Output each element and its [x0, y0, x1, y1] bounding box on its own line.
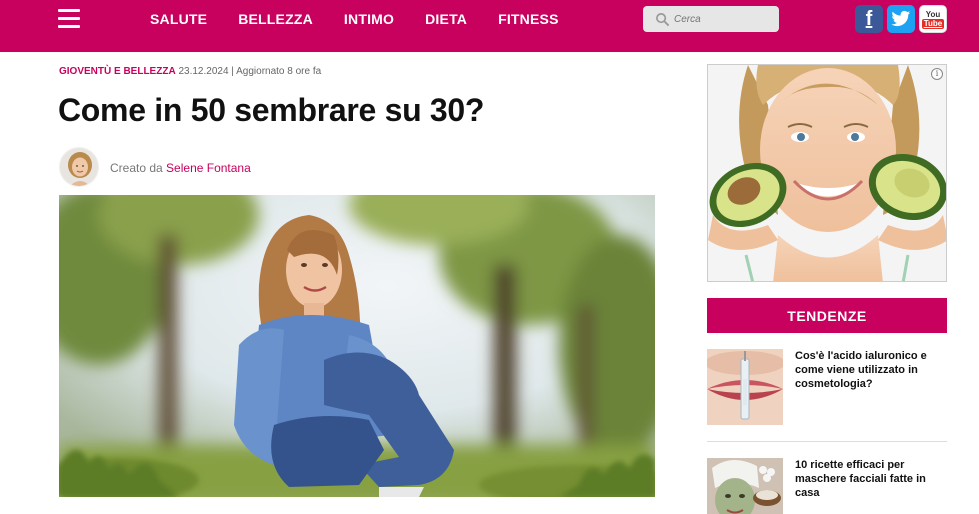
category-link[interactable]: GIOVENTÙ E BELLEZZA [59, 66, 176, 77]
article-meta: GIOVENTÙ E BELLEZZA 23.12.2024 | Aggiorn… [59, 66, 321, 77]
avatar[interactable] [59, 147, 99, 187]
author-link[interactable]: Selene Fontana [166, 161, 251, 175]
nav-fitness[interactable]: FITNESS [498, 11, 559, 27]
updated-label: | Aggiornato 8 ore fa [231, 66, 322, 77]
page-title: Come in 50 sembrare su 30? [58, 92, 485, 128]
hero-image [59, 195, 655, 497]
trend-item[interactable]: 10 ricette efficaci per maschere faccial… [707, 458, 947, 514]
search-icon [656, 12, 670, 26]
search-box[interactable] [643, 6, 779, 32]
ad-info-icon[interactable]: i [931, 68, 943, 80]
top-bar: SALUTE BELLEZZA INTIMO DIETA FITNESS f Y… [0, 0, 979, 52]
menu-icon[interactable] [58, 9, 80, 29]
trends-heading: TENDENZE [707, 298, 947, 333]
trend-title[interactable]: 10 ricette efficaci per maschere faccial… [795, 458, 947, 500]
publish-date: 23.12.2024 [178, 66, 229, 77]
divider [707, 441, 947, 442]
nav-bellezza[interactable]: BELLEZZA [238, 11, 313, 27]
twitter-icon[interactable] [887, 5, 915, 33]
trend-item[interactable]: Cos'è l'acido ialuronico e come viene ut… [707, 349, 947, 427]
nav-salute[interactable]: SALUTE [150, 11, 207, 27]
trend-title[interactable]: Cos'è l'acido ialuronico e come viene ut… [795, 349, 947, 391]
trend-thumbnail[interactable] [707, 349, 783, 425]
trend-thumbnail[interactable] [707, 458, 783, 514]
advertisement[interactable]: i [707, 64, 947, 282]
author-byline: Creato da Selene Fontana [110, 161, 251, 175]
nav-dieta[interactable]: DIETA [425, 11, 467, 27]
facebook-icon[interactable]: f [855, 5, 883, 33]
main-nav: SALUTE BELLEZZA INTIMO DIETA FITNESS [150, 0, 590, 38]
search-input[interactable] [674, 13, 774, 25]
nav-intimo[interactable]: INTIMO [344, 11, 394, 27]
youtube-icon[interactable]: You Tube [919, 5, 947, 33]
